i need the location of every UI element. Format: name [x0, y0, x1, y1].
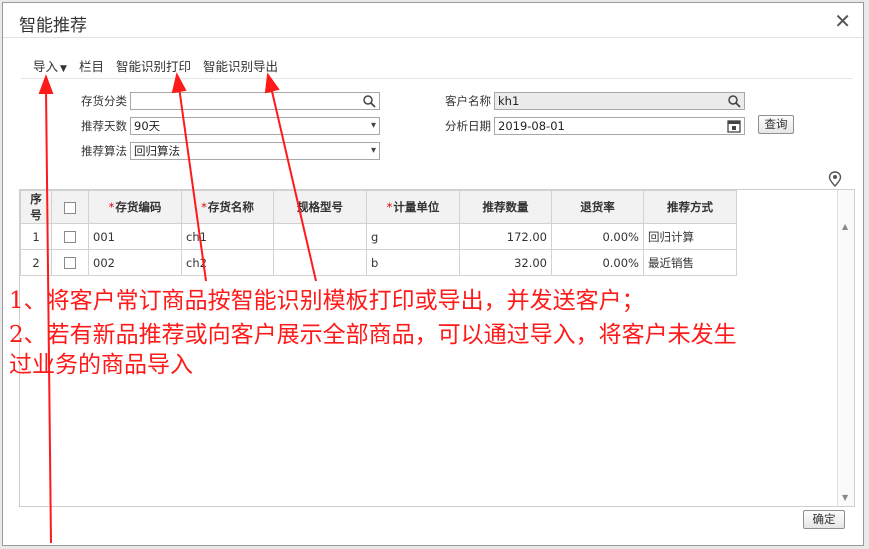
annotation-line-3: 过业务的商品导入 — [9, 352, 193, 378]
smart-export-button[interactable]: 智能识别导出 — [203, 56, 278, 74]
col-code-label: 存货编码 — [115, 200, 162, 214]
table-row[interactable]: 1 001 ch1 g 172.00 0.00% 回归计算 — [20, 223, 737, 250]
col-unit-label: 计量单位 — [393, 200, 440, 214]
col-name[interactable]: *存货名称 — [181, 190, 274, 224]
smart-recommend-dialog: 智能推荐 ✕ 导入 ▼ 栏目 智能识别打印 智能识别导出 存货分类 推荐天数 90… — [2, 2, 864, 546]
date-value: 2019-08-01 — [498, 119, 565, 133]
col-code[interactable]: *存货编码 — [88, 190, 182, 224]
col-unit[interactable]: *计量单位 — [366, 190, 460, 224]
cell-return-rate: 0.00% — [551, 249, 644, 276]
col-name-label: 存货名称 — [207, 200, 254, 214]
customer-label: 客户名称 — [445, 94, 491, 108]
cell-seq: 2 — [20, 249, 52, 276]
search-icon[interactable] — [727, 94, 741, 108]
toolbar-divider — [21, 78, 853, 79]
annotation-line-1: 1、将客户常订商品按智能识别模板打印或导出，并发送客户； — [9, 288, 645, 314]
annotation-line-2: 2、若有新品推荐或向客户展示全部商品，可以通过导入，将客户未发生 — [9, 322, 737, 348]
chevron-down-icon: ▼ — [60, 64, 67, 74]
col-spec[interactable]: 规格型号 — [273, 190, 367, 224]
cell-qty[interactable]: 172.00 — [459, 223, 552, 250]
algo-select[interactable]: 回归算法 ▾ — [130, 142, 380, 160]
days-label: 推荐天数 — [81, 119, 127, 133]
col-return-rate[interactable]: 退货率 — [551, 190, 644, 224]
col-qty[interactable]: 推荐数量 — [459, 190, 552, 224]
customer-value: kh1 — [498, 94, 520, 108]
cell-name[interactable]: ch2 — [181, 249, 274, 276]
scroll-up-icon[interactable]: ▲ — [842, 222, 848, 231]
dialog-title: 智能推荐 — [19, 16, 87, 36]
cell-unit[interactable]: g — [366, 223, 460, 250]
cell-checkbox[interactable] — [51, 223, 89, 250]
customer-field[interactable]: kh1 — [494, 92, 745, 110]
days-select[interactable]: 90天 ▾ — [130, 117, 380, 135]
cell-method: 回归计算 — [643, 223, 737, 250]
category-field[interactable] — [130, 92, 380, 110]
chevron-down-icon: ▾ — [370, 145, 376, 156]
cell-code[interactable]: 002 — [88, 249, 182, 276]
columns-button[interactable]: 栏目 — [79, 56, 104, 74]
cell-qty[interactable]: 32.00 — [459, 249, 552, 276]
date-field[interactable]: 2019-08-01 — [494, 117, 745, 135]
table-header-row: 序号 *存货编码 *存货名称 规格型号 *计量单位 推荐数量 退货率 推荐方式 — [20, 190, 737, 224]
required-mark: * — [108, 200, 115, 214]
close-icon[interactable]: ✕ — [834, 9, 851, 33]
cell-name[interactable]: ch1 — [181, 223, 274, 250]
chevron-down-icon: ▾ — [370, 120, 376, 131]
cell-spec[interactable] — [273, 249, 367, 276]
col-method[interactable]: 推荐方式 — [643, 190, 737, 224]
select-all-checkbox[interactable] — [64, 201, 76, 214]
search-icon[interactable] — [362, 94, 376, 108]
row-checkbox[interactable] — [64, 257, 76, 269]
location-pin-icon[interactable] — [828, 171, 842, 187]
col-select-all[interactable] — [51, 190, 89, 224]
category-label: 存货分类 — [81, 94, 127, 108]
cell-unit[interactable]: b — [366, 249, 460, 276]
cell-return-rate: 0.00% — [551, 223, 644, 250]
row-checkbox[interactable] — [64, 231, 76, 243]
cell-code[interactable]: 001 — [88, 223, 182, 250]
import-button[interactable]: 导入 ▼ — [33, 56, 67, 74]
title-divider — [3, 37, 863, 38]
cell-seq: 1 — [20, 223, 52, 250]
import-label: 导入 — [33, 59, 59, 74]
calendar-icon[interactable] — [727, 119, 741, 133]
scroll-down-icon[interactable]: ▼ — [842, 493, 848, 502]
smart-print-button[interactable]: 智能识别打印 — [116, 56, 191, 74]
col-seq: 序号 — [20, 190, 52, 224]
query-button[interactable]: 查询 — [758, 115, 794, 134]
recommend-table: 序号 *存货编码 *存货名称 规格型号 *计量单位 推荐数量 退货率 推荐方式 … — [20, 190, 737, 276]
cell-method: 最近销售 — [643, 249, 737, 276]
cell-checkbox[interactable] — [51, 249, 89, 276]
algo-label: 推荐算法 — [81, 144, 127, 158]
table-row[interactable]: 2 002 ch2 b 32.00 0.00% 最近销售 — [20, 249, 737, 276]
confirm-button[interactable]: 确定 — [803, 510, 845, 529]
toolbar: 导入 ▼ 栏目 智能识别打印 智能识别导出 — [33, 56, 290, 74]
required-mark: * — [386, 200, 393, 214]
days-value: 90天 — [134, 119, 161, 133]
cell-spec[interactable] — [273, 223, 367, 250]
date-label: 分析日期 — [445, 119, 491, 133]
algo-value: 回归算法 — [134, 144, 180, 158]
required-mark: * — [201, 200, 207, 214]
vertical-scrollbar[interactable]: ▲ ▼ — [837, 190, 854, 506]
